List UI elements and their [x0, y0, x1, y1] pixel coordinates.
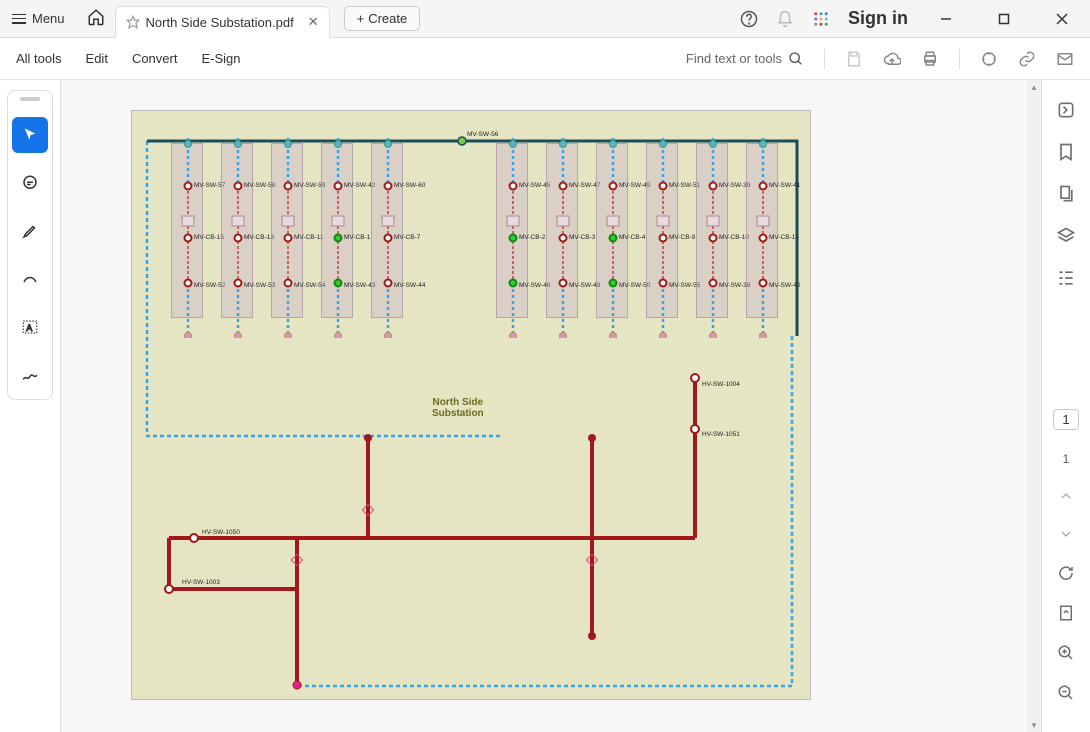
- pages-icon[interactable]: [1056, 184, 1076, 204]
- comment-tool[interactable]: [12, 165, 48, 201]
- text-tool[interactable]: A: [12, 309, 48, 345]
- sign-tool[interactable]: [12, 357, 48, 393]
- link-icon[interactable]: [1018, 50, 1036, 68]
- help-icon[interactable]: [740, 10, 758, 28]
- bay: MV-SW-39 MV-CB-10 MV-SW-38: [696, 143, 728, 318]
- page-up-icon[interactable]: [1058, 488, 1074, 504]
- find-text-button[interactable]: Find text or tools: [686, 51, 804, 67]
- bay: MV-SW-60 MV-CB-7 MV-SW-44: [371, 143, 403, 318]
- menu-label: Menu: [32, 11, 65, 26]
- edit-button[interactable]: Edit: [86, 51, 108, 66]
- page-total: 1: [1063, 452, 1070, 466]
- tool-panel: A: [7, 90, 53, 400]
- hamburger-icon: [12, 14, 26, 24]
- switch-bot-label: MV-SW-44: [394, 282, 425, 289]
- close-button[interactable]: [1042, 0, 1082, 38]
- apps-icon[interactable]: [812, 10, 830, 28]
- plus-icon: +: [357, 11, 365, 26]
- print-icon[interactable]: [921, 50, 939, 68]
- toolbar: All tools Edit Convert E-Sign Find text …: [0, 38, 1090, 80]
- zoom-out-icon[interactable]: [1057, 684, 1075, 702]
- right-nav-rail: 1 1: [1042, 80, 1090, 732]
- page-number-input[interactable]: 1: [1053, 409, 1078, 430]
- left-tool-rail: A: [0, 80, 60, 732]
- breaker-label: MV-CB-9: [669, 234, 695, 241]
- all-tools-button[interactable]: All tools: [16, 51, 62, 66]
- outline-icon[interactable]: [1056, 268, 1076, 288]
- bay: MV-SW-45 MV-CB-2 MV-SW-46: [496, 143, 528, 318]
- minimize-button[interactable]: [926, 0, 966, 38]
- hv-switch-label: HV-SW-1051: [702, 431, 740, 438]
- titlebar: Menu North Side Substation.pdf ✕ + Creat…: [0, 0, 1090, 38]
- highlight-tool[interactable]: [12, 213, 48, 249]
- page-down-icon[interactable]: [1058, 526, 1074, 542]
- breaker-label: MV-CB-3: [569, 234, 595, 241]
- svg-text:A: A: [26, 323, 32, 333]
- switch-bot-label: MV-SW-40: [769, 282, 800, 289]
- hv-switch-label: HV-SW-1004: [702, 381, 740, 388]
- tab-close-button[interactable]: ✕: [308, 14, 319, 30]
- document-viewport[interactable]: MV-SW-57 MV-CB-15 MV-SW-52 MV-SW-58 MV-C…: [60, 80, 1042, 732]
- bay: MV-SW-47 MV-CB-3 MV-SW-48: [546, 143, 578, 318]
- breaker-label: MV-CB-4: [619, 234, 645, 241]
- pdf-page: MV-SW-57 MV-CB-15 MV-SW-52 MV-SW-58 MV-C…: [131, 110, 811, 700]
- bay: MV-SW-58 MV-CB-13 MV-SW-53: [221, 143, 253, 318]
- search-icon: [788, 51, 804, 67]
- home-button[interactable]: [87, 8, 105, 29]
- main-area: A: [0, 80, 1090, 732]
- save-icon[interactable]: [845, 50, 863, 68]
- breaker-label: MV-CB-11: [294, 234, 324, 241]
- panel-toggle-icon[interactable]: [1056, 100, 1076, 120]
- bay: MV-SW-59 MV-CB-11 MV-SW-54: [271, 143, 303, 318]
- bell-icon[interactable]: [776, 10, 794, 28]
- document-tab[interactable]: North Side Substation.pdf ✕: [115, 6, 330, 38]
- bay: MV-SW-49 MV-CB-4 MV-SW-50: [596, 143, 628, 318]
- panel-handle[interactable]: [20, 97, 40, 101]
- bay: MV-SW-51 MV-CB-9 MV-SW-55: [646, 143, 678, 318]
- bay: MV-SW-41 MV-CB-14 MV-SW-40: [746, 143, 778, 318]
- zoom-in-icon[interactable]: [1057, 644, 1075, 662]
- scroll-down-icon[interactable]: ▾: [1027, 718, 1041, 732]
- mail-icon[interactable]: [1056, 50, 1074, 68]
- tab-title: North Side Substation.pdf: [146, 15, 294, 30]
- hv-switch-label: HV-SW-1050: [202, 529, 240, 536]
- breaker-label: MV-CB-1: [344, 234, 370, 241]
- ai-icon[interactable]: [980, 50, 998, 68]
- breaker-label: MV-CB-7: [394, 234, 420, 241]
- layers-icon[interactable]: [1056, 226, 1076, 246]
- substation-title: North Side Substation: [432, 397, 484, 419]
- top-switch-label: MV-SW-56: [467, 131, 498, 138]
- breaker-label: MV-CB-10: [719, 234, 749, 241]
- switch-top-label: MV-SW-41: [769, 182, 800, 189]
- maximize-button[interactable]: [984, 0, 1024, 38]
- scroll-up-icon[interactable]: ▴: [1027, 80, 1041, 94]
- hv-switch-label: HV-SW-1003: [182, 579, 220, 586]
- breaker-label: MV-CB-15: [194, 234, 224, 241]
- esign-button[interactable]: E-Sign: [201, 51, 240, 66]
- signin-button[interactable]: Sign in: [848, 8, 908, 29]
- divider: [824, 49, 825, 69]
- cloud-upload-icon[interactable]: [883, 50, 901, 68]
- menu-button[interactable]: Menu: [0, 11, 77, 26]
- breaker-label: MV-CB-13: [244, 234, 274, 241]
- star-icon: [126, 15, 140, 29]
- bay: MV-SW-57 MV-CB-15 MV-SW-52: [171, 143, 203, 318]
- breaker-label: MV-CB-2: [519, 234, 545, 241]
- vertical-scrollbar[interactable]: ▴ ▾: [1027, 80, 1041, 732]
- bay: MV-SW-42 MV-CB-1 MV-SW-43: [321, 143, 353, 318]
- create-label: Create: [368, 11, 407, 26]
- select-tool[interactable]: [12, 117, 48, 153]
- create-button[interactable]: + Create: [344, 6, 421, 31]
- rotate-icon[interactable]: [1057, 564, 1075, 582]
- divider: [959, 49, 960, 69]
- convert-button[interactable]: Convert: [132, 51, 178, 66]
- breaker-label: MV-CB-14: [769, 234, 799, 241]
- switch-top-label: MV-SW-60: [394, 182, 425, 189]
- fit-page-icon[interactable]: [1057, 604, 1075, 622]
- bookmark-icon[interactable]: [1056, 142, 1076, 162]
- draw-tool[interactable]: [12, 261, 48, 297]
